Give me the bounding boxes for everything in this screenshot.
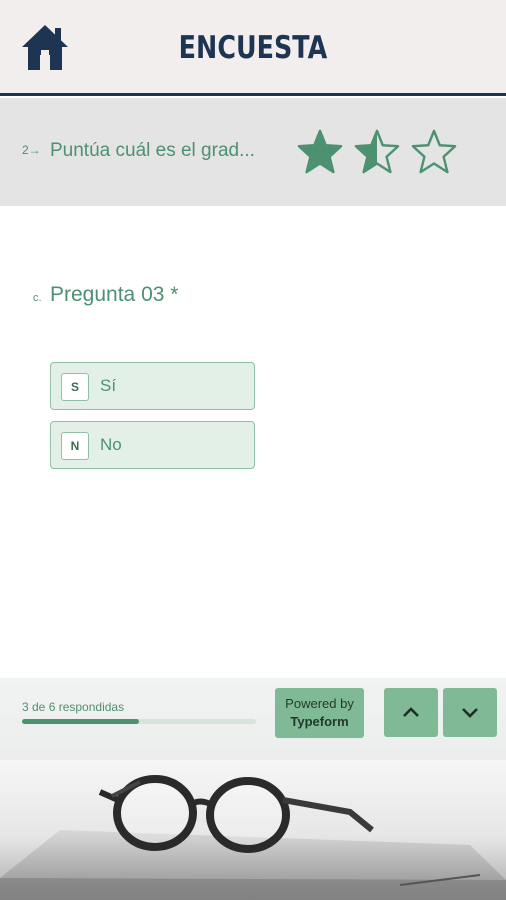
choice-label: No xyxy=(100,435,122,454)
choice-key: N xyxy=(61,432,89,460)
previous-question-button[interactable] xyxy=(384,688,438,737)
progress-bar xyxy=(22,719,256,724)
powered-by-label: Powered by xyxy=(285,696,354,711)
glasses-image xyxy=(0,775,506,900)
question-number: 2→ xyxy=(22,143,41,157)
page-title: ENCUESTA xyxy=(178,30,328,66)
star-half-icon[interactable] xyxy=(353,128,401,174)
footer-bar: 3 de 6 respondidas Powered by Typeform xyxy=(0,678,506,760)
star-empty-icon[interactable] xyxy=(410,128,458,174)
chevron-up-icon xyxy=(403,707,419,717)
typeform-label: Typeform xyxy=(290,714,349,729)
choice-si[interactable]: S Sí xyxy=(50,362,255,410)
choice-no[interactable]: N No xyxy=(50,421,255,469)
glasses-photo xyxy=(0,760,506,900)
progress-fill xyxy=(22,719,139,724)
progress-text: 3 de 6 respondidas xyxy=(22,700,125,714)
app-header: ENCUESTA xyxy=(0,0,506,96)
chevron-down-icon xyxy=(462,708,478,718)
next-question-button[interactable] xyxy=(443,688,497,737)
choice-key: S xyxy=(61,373,89,401)
question-letter: c. xyxy=(33,292,42,304)
powered-by-typeform-button[interactable]: Powered by Typeform xyxy=(275,688,364,738)
previous-question-text: Puntúa cuál es el grad... xyxy=(50,140,255,161)
question-title: Pregunta 03 * xyxy=(50,283,179,306)
star-full-icon[interactable] xyxy=(296,128,344,174)
current-question: c. Pregunta 03 * S Sí N No xyxy=(0,206,506,678)
choice-label: Sí xyxy=(100,376,117,395)
